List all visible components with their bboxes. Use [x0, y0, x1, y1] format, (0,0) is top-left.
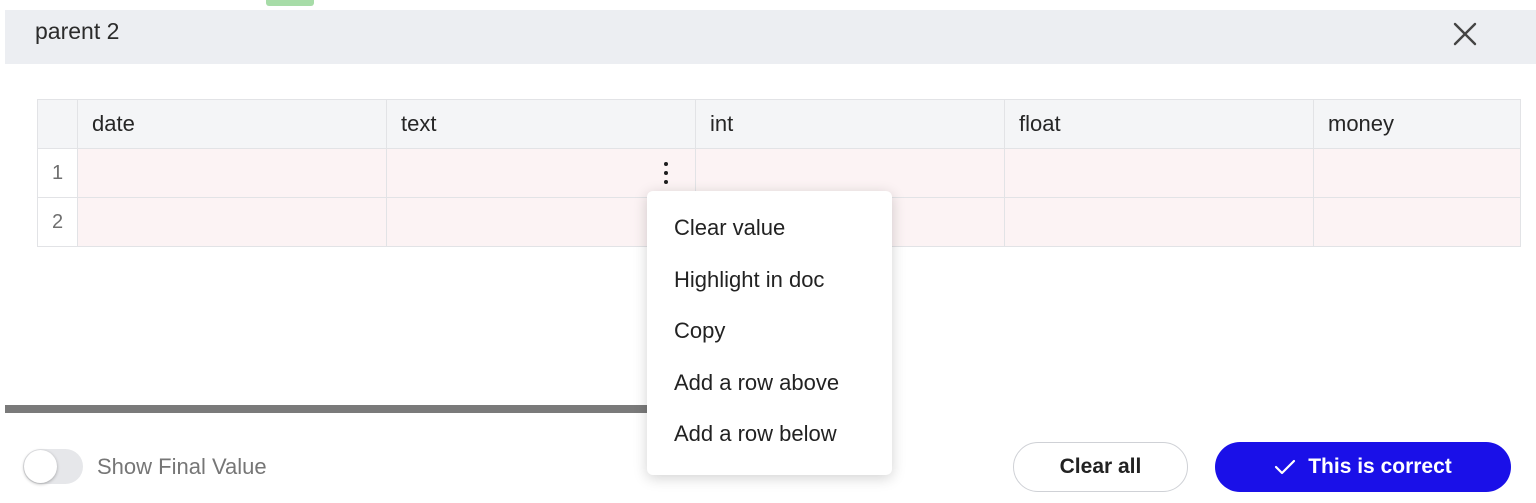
table-cell[interactable] [1004, 197, 1314, 247]
table-cell[interactable] [77, 197, 387, 247]
column-header-float[interactable]: float [1004, 99, 1314, 149]
header-row: date text int float money [37, 99, 1521, 149]
toggle-label: Show Final Value [97, 454, 267, 479]
menu-item-add-row-below[interactable]: Add a row below [647, 411, 892, 463]
this-is-correct-label: This is correct [1308, 455, 1452, 478]
menu-item-copy[interactable]: Copy [647, 308, 892, 360]
table-cell[interactable] [1004, 148, 1314, 198]
table-cell[interactable] [77, 148, 387, 198]
more-vertical-icon[interactable] [659, 162, 673, 184]
table-cell[interactable] [1313, 197, 1521, 247]
column-header-date[interactable]: date [77, 99, 387, 149]
clear-all-label: Clear all [1059, 455, 1142, 478]
column-header-int[interactable]: int [695, 99, 1005, 149]
table-cell[interactable] [1313, 148, 1521, 198]
check-icon [1275, 459, 1296, 475]
top-strip [0, 0, 1536, 10]
context-menu: Clear value Highlight in doc Copy Add a … [647, 191, 892, 475]
row-number: 1 [37, 148, 78, 198]
clear-all-button[interactable]: Clear all [1013, 442, 1188, 492]
toggle-knob [24, 450, 57, 483]
row-number: 2 [37, 197, 78, 247]
column-header-money[interactable]: money [1313, 99, 1521, 149]
menu-item-add-row-above[interactable]: Add a row above [647, 360, 892, 412]
close-icon[interactable] [1447, 16, 1483, 52]
panel-title: parent 2 [35, 18, 120, 44]
menu-item-clear-value[interactable]: Clear value [647, 205, 892, 257]
corner-cell [37, 99, 78, 149]
highlight-chip [266, 0, 314, 6]
table-cell[interactable] [386, 148, 696, 198]
this-is-correct-button[interactable]: This is correct [1215, 442, 1511, 492]
horizontal-scrollbar[interactable] [5, 405, 650, 413]
panel-header: parent 2 [5, 10, 1536, 64]
menu-item-highlight-in-doc[interactable]: Highlight in doc [647, 257, 892, 309]
column-header-text[interactable]: text [386, 99, 696, 149]
show-final-value-toggle[interactable] [23, 449, 83, 484]
